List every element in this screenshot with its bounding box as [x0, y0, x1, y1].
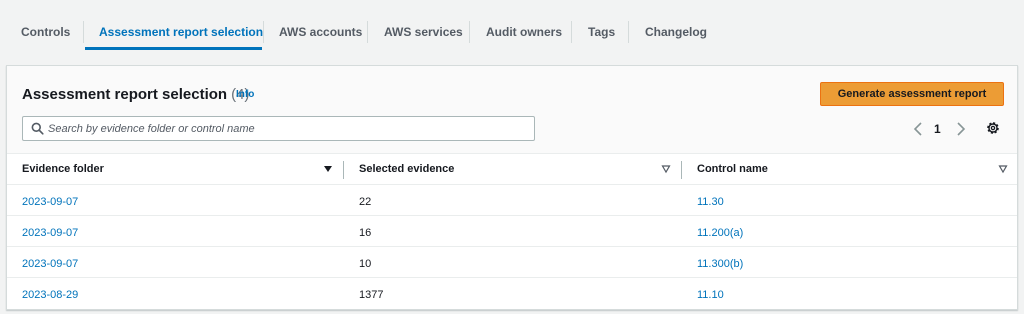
evidence-folder-link[interactable]: 2023-09-07 — [22, 227, 78, 239]
evidence-folder-link[interactable]: 2023-09-07 — [22, 258, 78, 270]
column-header-evidence-folder[interactable]: Evidence folder — [22, 163, 104, 175]
assessment-report-panel: Assessment report selection (4) Info Gene… — [6, 65, 1018, 310]
tab-divider — [83, 21, 84, 43]
control-name-link[interactable]: 11.300(b) — [697, 258, 743, 270]
search-icon — [31, 122, 44, 135]
control-name-link[interactable]: 11.10 — [697, 289, 724, 301]
table-header: Evidence folder Selected evidence Contro… — [7, 155, 1017, 185]
selected-evidence-count: 16 — [359, 227, 372, 239]
selected-evidence-count: 10 — [359, 258, 372, 270]
tab-assessment-report-selection[interactable]: Assessment report selection — [99, 25, 263, 41]
page-number[interactable]: 1 — [934, 122, 941, 136]
search-box[interactable] — [22, 116, 535, 141]
search-input[interactable] — [48, 120, 528, 137]
selected-evidence-count: 1377 — [359, 289, 384, 301]
control-name-link[interactable]: 11.30 — [697, 196, 724, 208]
tab-divider — [571, 21, 572, 43]
column-divider[interactable] — [343, 161, 344, 179]
tab-divider — [367, 21, 368, 43]
tab-divider — [263, 21, 264, 43]
chevron-right-icon[interactable] — [955, 121, 967, 137]
panel-header: Assessment report selection (4) Info Gene… — [7, 66, 1017, 154]
column-header-control-name[interactable]: Control name — [697, 163, 768, 175]
selected-evidence-count: 22 — [359, 196, 372, 208]
active-tab-indicator — [85, 47, 262, 50]
tab-controls[interactable]: Controls — [21, 25, 70, 41]
sort-icon[interactable] — [661, 164, 671, 174]
info-link[interactable]: Info — [236, 89, 254, 100]
tab-changelog[interactable]: Changelog — [645, 25, 707, 41]
panel-title: Assessment report selection (4) — [22, 86, 249, 103]
chevron-left-icon[interactable] — [912, 121, 924, 137]
control-name-link[interactable]: 11.200(a) — [697, 227, 743, 239]
table-row: 2023-09-07 22 11.30 — [7, 185, 1017, 216]
tab-aws-services[interactable]: AWS services — [384, 25, 463, 41]
table-row: 2023-08-29 1377 11.10 — [7, 278, 1017, 309]
tab-tags[interactable]: Tags — [588, 25, 615, 41]
table-row: 2023-09-07 16 11.200(a) — [7, 216, 1017, 247]
table-row: 2023-09-07 10 11.300(b) — [7, 247, 1017, 278]
tab-aws-accounts[interactable]: AWS accounts — [279, 25, 362, 41]
tab-divider — [469, 21, 470, 43]
panel-title-text: Assessment report selection — [22, 86, 228, 103]
tab-bar: Controls Assessment report selection AWS… — [0, 0, 1024, 64]
tab-audit-owners[interactable]: Audit owners — [486, 25, 562, 41]
sort-icon[interactable] — [998, 164, 1008, 174]
tab-divider — [628, 21, 629, 43]
evidence-folder-link[interactable]: 2023-08-29 — [22, 289, 78, 301]
evidence-folder-link[interactable]: 2023-09-07 — [22, 196, 78, 208]
column-divider[interactable] — [681, 161, 682, 179]
generate-assessment-report-button[interactable]: Generate assessment report — [820, 82, 1004, 106]
column-header-selected-evidence[interactable]: Selected evidence — [359, 163, 454, 175]
gear-icon[interactable] — [985, 120, 1001, 136]
sort-descending-icon[interactable] — [323, 164, 333, 174]
